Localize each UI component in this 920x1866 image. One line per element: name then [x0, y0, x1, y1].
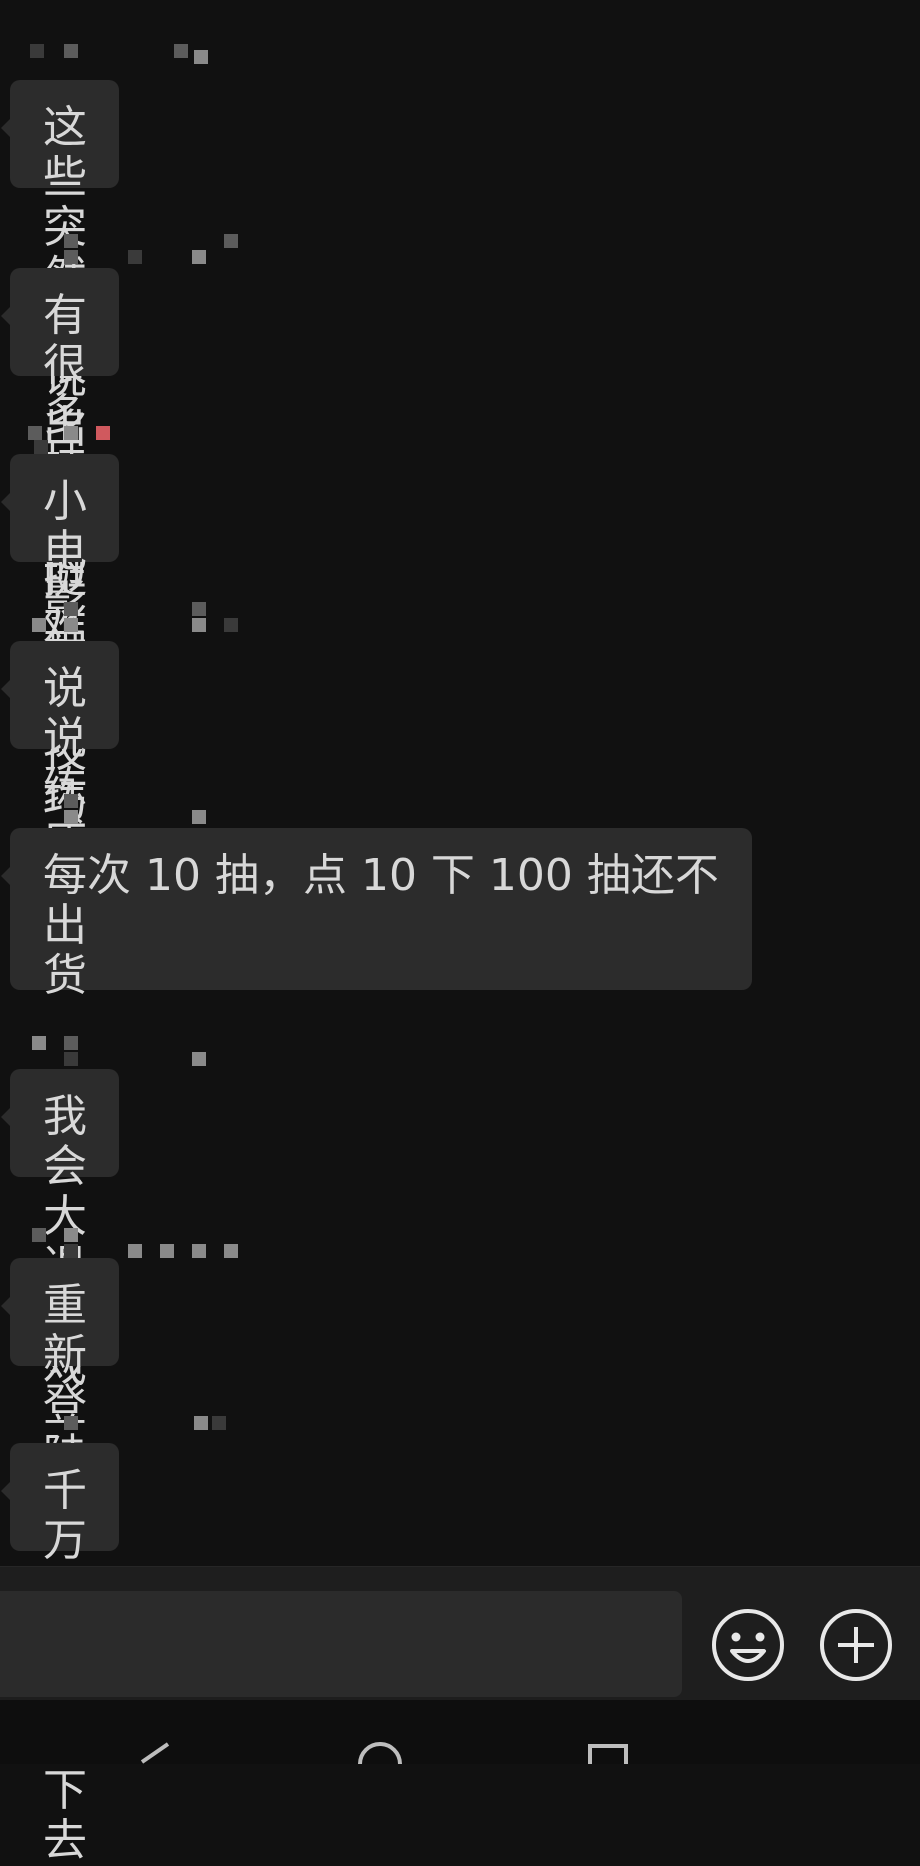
smiley-face-icon [712, 1609, 784, 1681]
sender-name-mosaic [12, 1412, 272, 1440]
message-bubble[interactable]: 有很多技巧的 [1, 268, 119, 591]
message-bubble[interactable]: 小电影配小技巧 [1, 454, 119, 827]
chat-message-list[interactable]: 这些突然要说出来还挺难 有很多技巧的 小电影配小技巧 说说练成阵吧 每次 10 … [0, 0, 920, 1866]
message-input[interactable] [0, 1591, 682, 1697]
message-bubble[interactable]: 千万不要头铁下去 [1, 1443, 119, 1866]
sender-name-mosaic [12, 794, 272, 824]
message-bubble[interactable]: 说说练成阵吧 [1, 641, 119, 964]
home-circle-icon [358, 1742, 402, 1765]
input-bar [0, 1566, 920, 1701]
sender-name-mosaic [12, 602, 272, 632]
emoji-button[interactable] [710, 1607, 786, 1683]
message-bubble[interactable]: 每次 10 抽，点 10 下 100 抽还不出 货 [1, 828, 752, 1001]
back-triangle-icon [140, 1742, 170, 1764]
message-bubble[interactable]: 我会大退游戏 [1, 1069, 119, 1392]
sender-name-mosaic [12, 426, 272, 454]
more-button[interactable] [818, 1607, 894, 1683]
message-bubble[interactable]: 这些突然要说出来还挺难 [1, 80, 119, 653]
sender-name-mosaic [12, 234, 272, 264]
sender-name-mosaic [12, 1228, 272, 1258]
message-bubble[interactable]: 重新登陆 [1, 1258, 119, 1481]
sender-name-mosaic [12, 44, 272, 72]
recents-square-icon [588, 1744, 628, 1764]
plus-circle-icon [820, 1609, 892, 1681]
sender-name-mosaic [12, 1036, 272, 1066]
system-navigation-bar [0, 1700, 920, 1765]
